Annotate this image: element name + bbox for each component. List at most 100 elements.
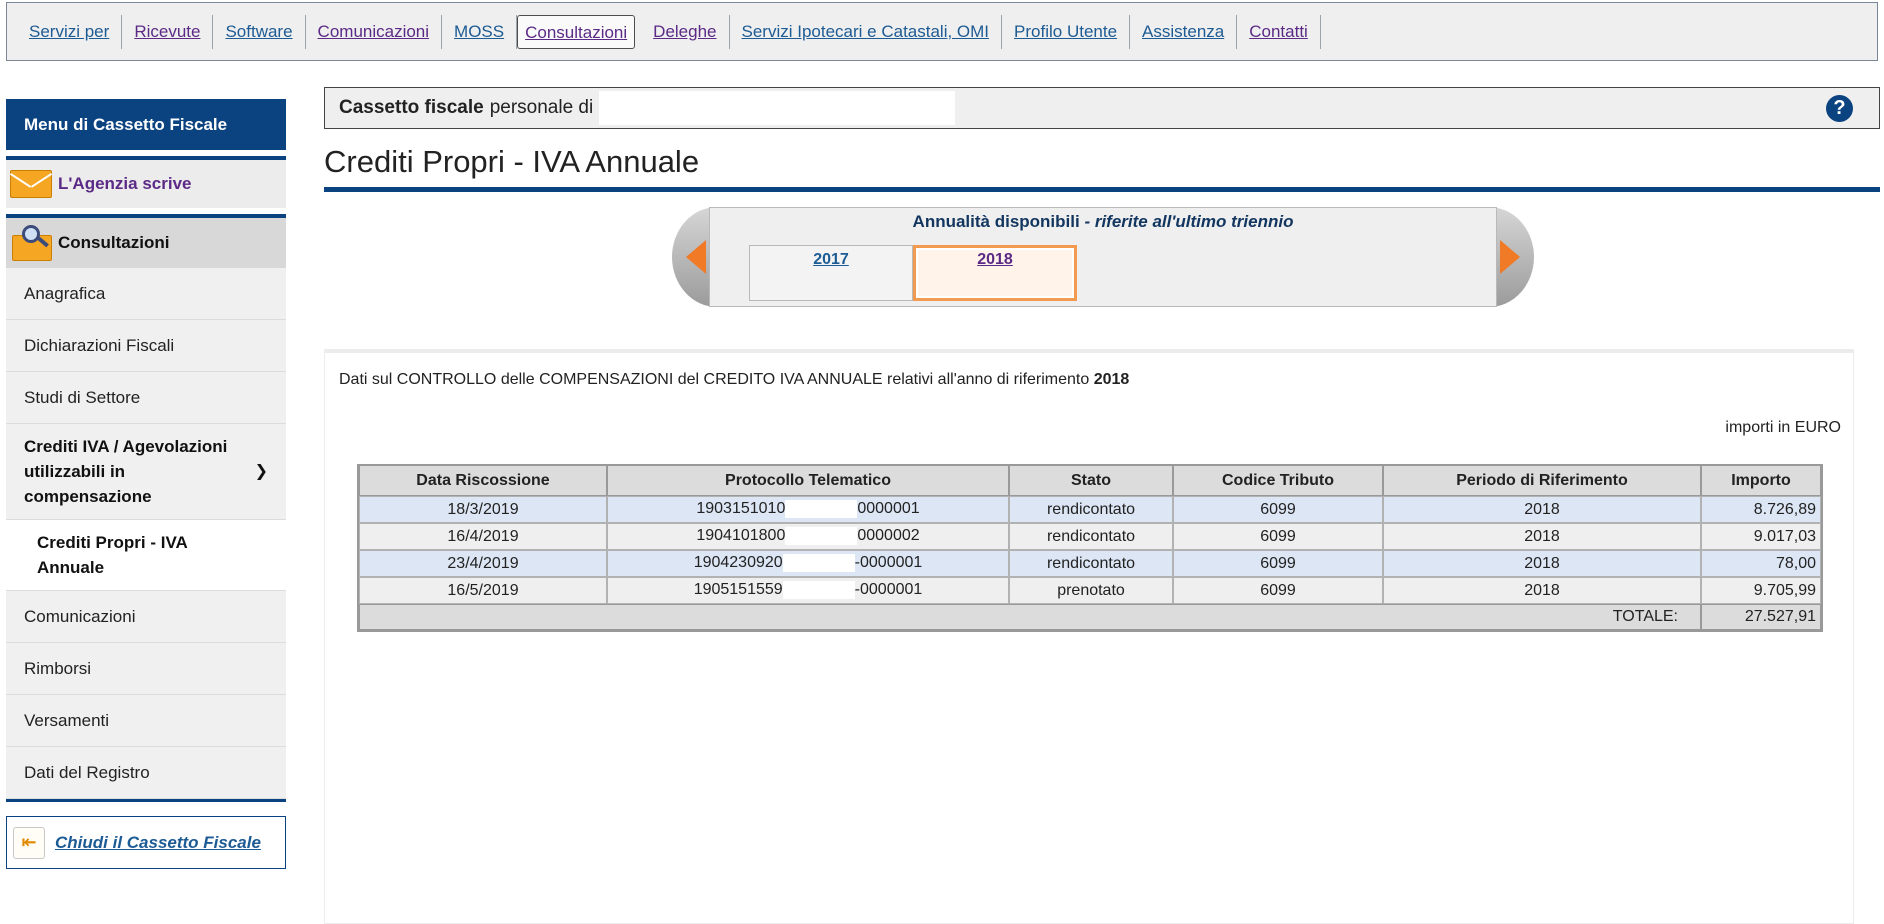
year-tab-2018[interactable]: 2018 <box>913 245 1077 301</box>
cell-stato: rendicontato <box>1009 523 1173 550</box>
nav-profilo-utente[interactable]: Profilo Utente <box>1002 14 1131 49</box>
table-row: 18/3/2019 1903151010 0000001 rendicontato… <box>359 496 1821 523</box>
sidebar-item-rimborsi[interactable]: Rimborsi <box>6 643 286 695</box>
col-protocollo: Protocollo Telematico <box>607 466 1009 496</box>
years-title: Annualità disponibili - riferite all'ult… <box>710 212 1496 232</box>
sidebar-item-label: Dichiarazioni Fiscali <box>24 335 175 355</box>
total-value: 27.527,91 <box>1701 604 1821 630</box>
col-importo: Importo <box>1701 466 1821 496</box>
cell-codice: 6099 <box>1173 496 1383 523</box>
arrow-right-icon <box>1500 240 1520 274</box>
years-title-text: Annualità disponibili <box>912 212 1080 231</box>
table-row: 16/4/2019 1904101800 0000002 rendicontato… <box>359 523 1821 550</box>
cell-data: 23/4/2019 <box>359 550 607 577</box>
cell-importo: 9.705,99 <box>1701 577 1821 604</box>
cell-stato: prenotato <box>1009 577 1173 604</box>
sidebar-item-dati-registro[interactable]: Dati del Registro <box>6 747 286 799</box>
col-data-riscossione: Data Riscossione <box>359 466 607 496</box>
page-title: Crediti Propri - IVA Annuale <box>324 144 700 179</box>
sidebar-item-label: Comunicazioni <box>24 606 136 626</box>
years-panel: Annualità disponibili - riferite all'ult… <box>709 207 1497 307</box>
sidebar-item-label: Crediti Propri - IVA Annuale <box>37 533 188 577</box>
cell-protocollo: 1904101800 0000002 <box>607 523 1009 550</box>
year-tabs: 2017 2018 <box>749 245 1077 301</box>
sidebar-item-crediti-iva[interactable]: Crediti IVA / Agevolazioni utilizzabili … <box>6 424 286 520</box>
protocollo-suffix: 0000002 <box>857 527 920 545</box>
owner-name-field <box>599 91 956 125</box>
col-stato: Stato <box>1009 466 1173 496</box>
exit-icon: ⇤ <box>13 826 45 859</box>
nav-software[interactable]: Software <box>213 14 306 49</box>
table-row: 16/5/2019 1905151559 -0000001 prenotato 6… <box>359 577 1821 604</box>
year-link[interactable]: 2018 <box>977 251 1013 268</box>
sidebar-item-comunicazioni[interactable]: Comunicazioni <box>6 591 286 643</box>
cell-periodo: 2018 <box>1383 496 1701 523</box>
protocollo-prefix: 1904101800 <box>696 527 786 545</box>
sidebar-item-versamenti[interactable]: Versamenti <box>6 695 286 747</box>
protocollo-suffix: -0000001 <box>854 581 923 599</box>
nav-comunicazioni[interactable]: Comunicazioni <box>306 14 443 49</box>
intro-sentence: Dati sul CONTROLLO delle COMPENSAZIONI d… <box>339 371 1090 388</box>
cell-data: 16/4/2019 <box>359 523 607 550</box>
compensazioni-table: Data Riscossione Protocollo Telematico S… <box>357 464 1823 632</box>
redacted-block <box>785 527 858 546</box>
sidebar-item-label: Crediti IVA / Agevolazioni utilizzabili … <box>24 437 228 506</box>
nav-ricevute[interactable]: Ricevute <box>122 14 214 49</box>
help-icon[interactable]: ? <box>1826 95 1853 122</box>
nav-moss[interactable]: MOSS <box>442 14 518 49</box>
sidebar-item-label: Anagrafica <box>24 283 106 303</box>
cell-stato: rendicontato <box>1009 496 1173 523</box>
close-cassetto-box[interactable]: ⇤ Chiudi il Cassetto Fiscale <box>6 816 286 869</box>
table-total-row: TOTALE: 27.527,91 <box>359 604 1821 630</box>
cell-periodo: 2018 <box>1383 523 1701 550</box>
sidebar-menu-list: Anagrafica Dichiarazioni Fiscali Studi d… <box>6 268 286 799</box>
arrow-left-icon <box>686 240 706 274</box>
sidebar-consultazioni[interactable]: Consultazioni <box>6 214 286 268</box>
nav-servizi-per[interactable]: Servizi per <box>17 14 123 49</box>
col-codice-tributo: Codice Tributo <box>1173 466 1383 496</box>
nav-contatti[interactable]: Contatti <box>1237 14 1321 49</box>
nav-servizi-ipotecari[interactable]: Servizi Ipotecari e Catastali, OMI <box>730 14 1003 49</box>
sidebar-item-label: Studi di Settore <box>24 387 141 407</box>
cassetto-header-bar: Cassetto fiscale personale di ? <box>324 87 1880 129</box>
close-cassetto-link[interactable]: Chiudi il Cassetto Fiscale <box>55 833 261 853</box>
nav-consultazioni[interactable]: Consultazioni <box>517 14 636 49</box>
nav-assistenza[interactable]: Assistenza <box>1130 14 1238 49</box>
protocollo-suffix: -0000001 <box>854 554 923 572</box>
sidebar-item-anagrafica[interactable]: Anagrafica <box>6 268 286 320</box>
envelope-icon <box>10 170 52 198</box>
col-periodo: Periodo di Riferimento <box>1383 466 1701 496</box>
sidebar-agenzia-scrive[interactable]: L'Agenzia scrive <box>6 156 286 208</box>
sidebar-item-studi-settore[interactable]: Studi di Settore <box>6 372 286 424</box>
cell-codice: 6099 <box>1173 523 1383 550</box>
sidebar: Menu di Cassetto Fiscale L'Agenzia scriv… <box>6 99 286 869</box>
intro-text: Dati sul CONTROLLO delle COMPENSAZIONI d… <box>339 371 1129 389</box>
total-label-cell: TOTALE: <box>359 604 1701 630</box>
redacted-block <box>785 500 858 519</box>
cell-importo: 8.726,89 <box>1701 496 1821 523</box>
cassetto-owner-label: personale di <box>489 97 594 118</box>
total-label: TOTALE: <box>1612 608 1678 625</box>
protocollo-prefix: 1905151559 <box>693 581 783 599</box>
nav-deleghe[interactable]: Deleghe <box>641 14 730 49</box>
redacted-block <box>782 581 855 600</box>
cell-protocollo: 1903151010 0000001 <box>607 496 1009 523</box>
cell-data: 18/3/2019 <box>359 496 607 523</box>
top-navigation: Servizi per Ricevute Software Comunicazi… <box>6 2 1878 61</box>
protocollo-suffix: 0000001 <box>857 500 920 518</box>
protocollo-prefix: 1904230920 <box>693 554 783 572</box>
cell-periodo: 2018 <box>1383 550 1701 577</box>
currency-note: importi in EURO <box>1725 419 1841 436</box>
sidebar-item-label: Versamenti <box>24 710 110 730</box>
cell-codice: 6099 <box>1173 577 1383 604</box>
sidebar-item-dichiarazioni[interactable]: Dichiarazioni Fiscali <box>6 320 286 372</box>
intro-year: 2018 <box>1093 371 1130 388</box>
cell-codice: 6099 <box>1173 550 1383 577</box>
sidebar-header: Menu di Cassetto Fiscale <box>6 99 286 150</box>
year-link[interactable]: 2017 <box>813 251 849 268</box>
year-tab-2017[interactable]: 2017 <box>749 245 913 301</box>
magnifier-folder-icon <box>10 225 52 261</box>
sidebar-item-crediti-propri[interactable]: Crediti Propri - IVA Annuale <box>6 520 286 591</box>
cell-protocollo: 1905151559 -0000001 <box>607 577 1009 604</box>
cell-periodo: 2018 <box>1383 577 1701 604</box>
